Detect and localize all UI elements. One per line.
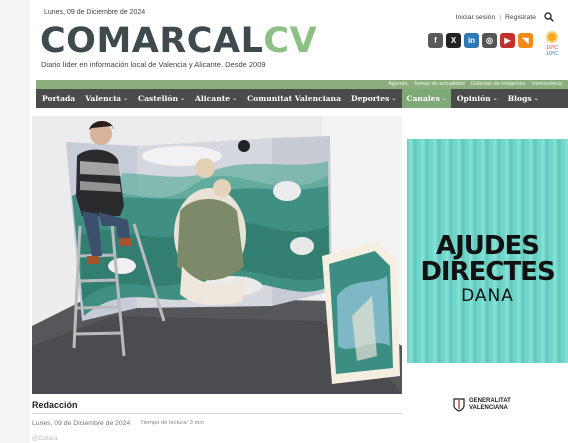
subnav-agenda[interactable]: Agenda [388, 81, 407, 87]
subnav-hemeroteca[interactable]: Hemeroteca [532, 81, 562, 87]
chevron-down-icon: ⌄ [391, 95, 397, 102]
nav-item-label: Canales [406, 94, 440, 103]
article-section-label: @Cultura [32, 436, 58, 442]
chevron-down-icon: ⌄ [441, 95, 447, 102]
page: Lunes, 09 de Diciembre de 2024 COMARCALC… [0, 0, 568, 443]
nav-item-castell-n[interactable]: Castellón ⌄ [138, 89, 185, 108]
reading-time: Tiempo de lectura: 3 min [140, 420, 204, 426]
chevron-down-icon: ⌄ [123, 95, 129, 102]
youtube-icon[interactable]: ▶ [500, 33, 515, 48]
ad-line-2: DIRECTES [420, 257, 555, 287]
chevron-down-icon: ⌄ [179, 95, 186, 102]
login-link[interactable]: Iniciar sesión [456, 14, 496, 21]
generalitat-logo-icon [453, 398, 465, 412]
secondary-nav: Agenda Temas de actualidad Galerías de i… [36, 80, 568, 89]
nav-item-label: Opinión [456, 94, 491, 103]
artwork-photo [32, 116, 402, 394]
nav-item-deportes[interactable]: Deportes ⌄ [351, 89, 396, 108]
article-date: Lunes, 09 de Diciembre de 2024 [32, 420, 131, 427]
subnav-temas[interactable]: Temas de actualidad [413, 81, 464, 87]
article-image[interactable] [32, 116, 402, 394]
linkedin-icon[interactable]: in [464, 33, 479, 48]
sun-icon [546, 31, 558, 43]
subnav-galerias[interactable]: Galerías de imágenes [471, 81, 526, 87]
main-nav: Portada Valencia ⌄ Castellón ⌄ Alicante ⌄ Comun… [36, 89, 568, 108]
nav-item-canales[interactable]: Canales ⌄ [402, 89, 451, 108]
nav-item-blogs[interactable]: Blogs ⌄ [508, 89, 539, 108]
temp-low: 10ºC [545, 51, 559, 57]
register-link[interactable]: Registrate [505, 14, 536, 21]
nav-item-label: Comunitat Valenciana [247, 94, 341, 103]
instagram-icon[interactable]: ◎ [482, 33, 497, 48]
facebook-icon[interactable]: f [428, 33, 443, 48]
nav-item-comunitat-valenciana[interactable]: Comunitat Valenciana [247, 89, 341, 108]
user-links: Iniciar sesión | Registrate [456, 12, 554, 22]
chevron-down-icon: ⌄ [492, 95, 498, 102]
nav-item-label: Deportes [351, 94, 390, 103]
article-meta: Lunes, 09 de Diciembre de 2024 Tiempo de… [32, 420, 204, 427]
logo-text-accent: CV [263, 21, 318, 61]
article-author[interactable]: Redacción [32, 400, 78, 410]
weather-widget: 16ºC 10ºC [540, 31, 564, 57]
chevron-down-icon: ⌄ [232, 95, 238, 102]
nav-item-valencia[interactable]: Valencia ⌄ [85, 89, 128, 108]
social-links: f Xin ◎ ▶ ◥ [428, 33, 533, 48]
ad-line-3: DANA [461, 286, 514, 306]
ad-panel: AJUDES DIRECTES DANA [407, 139, 568, 363]
chevron-down-icon: ⌄ [533, 95, 539, 102]
nav-item-label: Blogs [507, 94, 532, 103]
nav-item-label: Alicante [195, 94, 231, 103]
logo-text-main: COMARCAL [40, 21, 264, 61]
nav-item-alicante[interactable]: Alicante ⌄ [195, 89, 237, 108]
ad-banner[interactable]: AJUDES DIRECTES DANA GENERALITAT VALENCI… [407, 116, 568, 412]
ad-sponsor: GENERALITAT VALENCIANA [453, 398, 511, 412]
rss-icon[interactable]: ◥ [518, 33, 533, 48]
nav-item-label: Portada [42, 94, 76, 103]
x-icon[interactable]: X [446, 33, 461, 48]
nav-item-portada[interactable]: Portada [42, 89, 75, 108]
nav-item-opini-n[interactable]: Opinión ⌄ [457, 89, 498, 108]
nav-item-label: Castellón [138, 94, 178, 103]
site-tagline: Diario líder en información local de Val… [41, 60, 266, 69]
current-date: Lunes, 09 de Diciembre de 2024 [44, 9, 146, 16]
site-logo[interactable]: COMARCALCV [40, 22, 317, 60]
sponsor-line-2: VALENCIANA [469, 405, 508, 411]
nav-item-label: Valencia [85, 94, 122, 103]
search-icon[interactable] [544, 12, 554, 22]
left-margin [0, 0, 30, 443]
divider [32, 413, 402, 414]
sponsor-line-1: GENERALITAT [469, 398, 511, 404]
